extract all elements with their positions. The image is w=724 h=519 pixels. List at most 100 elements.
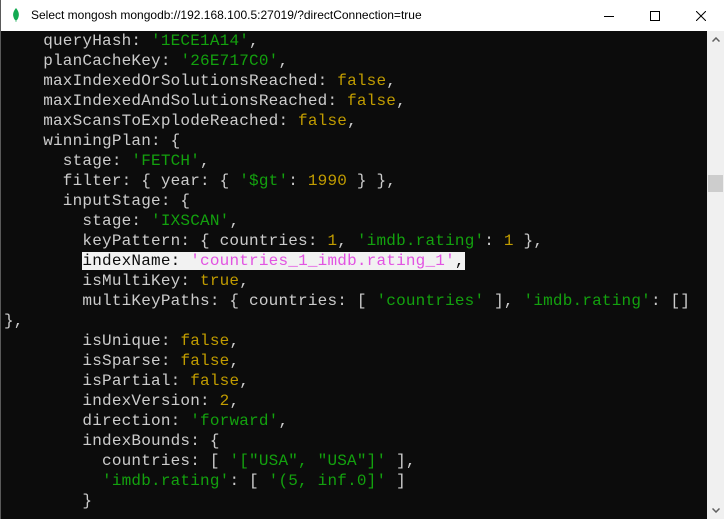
string-value: '["USA", "USA"]' <box>229 452 387 470</box>
output-line: isMultiKey: true, <box>4 271 690 291</box>
close-icon <box>696 10 706 21</box>
mongodb-leaf-icon <box>13 8 19 22</box>
string-value: 'countries' <box>376 292 485 310</box>
key-text: multiKeyPaths: { countries: [ <box>4 292 377 310</box>
string-value: 'imdb.rating' <box>102 472 230 490</box>
punctuation: , <box>200 152 210 170</box>
output-line: indexBounds: { <box>4 431 690 451</box>
punctuation: }, <box>513 232 544 250</box>
key-text: } <box>4 492 93 510</box>
output-line: isUnique: false, <box>4 331 690 351</box>
punctuation: , <box>396 92 406 110</box>
literal-value: true <box>200 272 240 290</box>
key-text: winningPlan: { <box>4 132 181 150</box>
punctuation: : <box>484 232 504 250</box>
literal-value: 1990 <box>307 172 348 190</box>
selected-output-line: indexName: 'countries_1_imdb.rating_1', <box>4 251 690 271</box>
string-value: '(5, inf.0]' <box>268 472 387 490</box>
scroll-down-arrow-icon <box>711 508 720 513</box>
punctuation: : [ <box>229 472 269 490</box>
key-text: planCacheKey: <box>4 52 181 70</box>
key-text: maxIndexedAndSolutionsReached: <box>4 92 348 110</box>
terminal-output[interactable]: queryHash: '1ECE1A14', planCacheKey: '26… <box>2 31 707 519</box>
key-text: isPartial: <box>4 372 191 390</box>
output-line: maxIndexedOrSolutionsReached: false, <box>4 71 690 91</box>
key-text: filter: { year: { <box>4 172 240 190</box>
string-value: '1ECE1A14' <box>151 32 250 50</box>
literal-value: 1 <box>503 232 514 250</box>
literal-value: false <box>337 72 387 90</box>
output-line: stage: 'IXSCAN', <box>4 211 690 231</box>
output-line: queryHash: '1ECE1A14', <box>4 31 690 51</box>
scroll-down-button[interactable] <box>707 502 724 519</box>
string-value: 'IXSCAN' <box>151 212 230 230</box>
punctuation: ], <box>484 292 524 310</box>
key-text: inputStage: { <box>4 192 191 210</box>
string-value: '26E717C0' <box>180 52 279 70</box>
output-line: maxScansToExplodeReached: false, <box>4 111 690 131</box>
key-text: stage: <box>4 212 152 230</box>
literal-value: false <box>180 352 230 370</box>
punctuation: }, <box>4 312 24 330</box>
punctuation: : <box>288 172 308 190</box>
text-selection: indexName: 'countries_1_imdb.rating_1', <box>82 252 465 270</box>
punctuation: } }, <box>347 172 397 190</box>
scrollbar-thumb[interactable] <box>708 174 723 192</box>
output-line: }, <box>4 311 690 331</box>
key-text: stage: <box>4 152 132 170</box>
key-text: isMultiKey: <box>4 272 201 290</box>
punctuation: , <box>239 372 250 390</box>
string-value: 'forward' <box>190 412 279 430</box>
string-value: 'countries_1_imdb.rating_1' <box>190 252 455 270</box>
minimize-button[interactable] <box>586 0 632 31</box>
output-line: winningPlan: { <box>4 131 690 151</box>
key-text: isSparse: <box>4 352 181 370</box>
output-line: inputStage: { <box>4 191 690 211</box>
literal-value: false <box>347 92 397 110</box>
key-text: keyPattern: { countries: <box>4 232 328 250</box>
output-line: keyPattern: { countries: 1, 'imdb.rating… <box>4 231 690 251</box>
punctuation: , <box>249 32 259 50</box>
literal-value: 1 <box>327 232 338 250</box>
output-line: isSparse: false, <box>4 351 690 371</box>
key-text: maxScansToExplodeReached: <box>4 112 299 130</box>
output-line: indexVersion: 2, <box>4 391 690 411</box>
string-value: 'imdb.rating' <box>356 232 485 250</box>
punctuation: , <box>278 52 289 70</box>
literal-value: false <box>190 372 240 390</box>
output-lines: queryHash: '1ECE1A14', planCacheKey: '26… <box>4 31 690 511</box>
scroll-up-arrow-icon <box>711 37 720 42</box>
maximize-icon <box>650 10 660 21</box>
window-title: Select mongosh mongodb://192.168.100.5:2… <box>31 8 422 22</box>
output-line: planCacheKey: '26E717C0', <box>4 51 690 71</box>
string-value: 'imdb.rating' <box>523 292 651 310</box>
maximize-button[interactable] <box>632 0 678 31</box>
punctuation: , <box>278 412 289 430</box>
literal-value: false <box>298 112 348 130</box>
punctuation: , <box>229 352 240 370</box>
key-text: countries: [ <box>4 452 230 470</box>
key-text: direction: <box>4 412 191 430</box>
key-text: isUnique: <box>4 332 181 350</box>
output-line: maxIndexedAndSolutionsReached: false, <box>4 91 690 111</box>
key-text: queryHash: <box>4 32 152 50</box>
literal-value: false <box>180 332 230 350</box>
scroll-up-button[interactable] <box>707 31 724 48</box>
minimize-icon <box>604 15 614 17</box>
punctuation: , <box>347 112 357 130</box>
string-value: 'FETCH' <box>131 152 201 170</box>
output-line: multiKeyPaths: { countries: [ 'countries… <box>4 291 690 311</box>
punctuation: , <box>229 212 240 230</box>
output-line: isPartial: false, <box>4 371 690 391</box>
close-button[interactable] <box>678 0 724 31</box>
punctuation: ], <box>386 452 416 470</box>
punctuation: ] <box>386 472 406 490</box>
vertical-scrollbar[interactable] <box>707 31 724 519</box>
punctuation: : [] <box>650 292 691 310</box>
output-line: direction: 'forward', <box>4 411 690 431</box>
key-text: indexVersion: <box>4 392 220 410</box>
key-text: indexBounds: { <box>4 432 220 450</box>
title-bar[interactable]: Select mongosh mongodb://192.168.100.5:2… <box>1 0 724 31</box>
literal-value: 2 <box>219 392 230 410</box>
